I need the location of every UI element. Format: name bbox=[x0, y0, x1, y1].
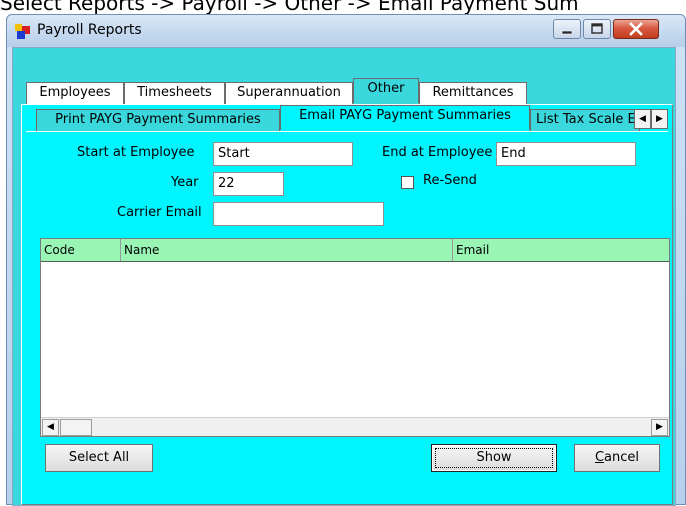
start-employee-input[interactable]: Start bbox=[213, 142, 353, 166]
tab-timesheets[interactable]: Timesheets bbox=[124, 82, 225, 104]
tab-scroll-right-button[interactable]: ▶ bbox=[651, 109, 668, 129]
resend-checkbox[interactable] bbox=[401, 176, 414, 189]
tab-other[interactable]: Other bbox=[353, 78, 419, 103]
payroll-reports-window: Payroll Reports Employees Timesheets Sup… bbox=[6, 14, 686, 506]
arrow-left-icon: ◀ bbox=[639, 114, 646, 124]
select-all-button[interactable]: Select All bbox=[45, 444, 153, 472]
tab-label: Email PAYG Payment Summaries bbox=[299, 108, 511, 123]
cancel-button-label: ancel bbox=[604, 450, 640, 465]
show-button-label: Show bbox=[476, 450, 512, 465]
minimize-button[interactable] bbox=[553, 19, 581, 39]
tab-scroll-left-button[interactable]: ◀ bbox=[634, 109, 651, 129]
scroll-thumb[interactable] bbox=[60, 419, 92, 436]
title-bar[interactable]: Payroll Reports bbox=[7, 15, 685, 47]
cancel-mnemonic: C bbox=[594, 450, 605, 465]
column-header-name[interactable]: Name bbox=[121, 239, 453, 261]
tab-superannuation[interactable]: Superannuation bbox=[225, 82, 353, 104]
tab-label: Remittances bbox=[432, 85, 514, 100]
other-tab-panel: Print PAYG Payment Summaries Email PAYG … bbox=[21, 104, 673, 505]
carrier-email-input[interactable] bbox=[213, 202, 384, 226]
tab-label: Employees bbox=[39, 85, 111, 100]
show-button[interactable]: Show bbox=[431, 444, 557, 472]
cancel-button[interactable]: Cancel bbox=[574, 444, 660, 472]
end-employee-label: End at Employee bbox=[382, 145, 493, 160]
tab-label: Timesheets bbox=[137, 85, 212, 100]
column-header-code[interactable]: Code bbox=[41, 239, 121, 261]
end-employee-input[interactable]: End bbox=[496, 142, 636, 166]
carrier-email-label: Carrier Email bbox=[117, 205, 202, 220]
tab-label: Superannuation bbox=[237, 85, 341, 100]
arrow-right-icon: ▶ bbox=[656, 114, 663, 124]
close-button[interactable] bbox=[613, 19, 659, 39]
start-employee-label: Start at Employee bbox=[77, 145, 195, 160]
tab-list-tax-scale[interactable]: List Tax Scale E bbox=[530, 109, 640, 131]
resend-label: Re-Send bbox=[423, 173, 477, 188]
year-label: Year bbox=[171, 175, 199, 190]
email-payg-panel: Start at Employee Start End at Employee … bbox=[26, 131, 670, 501]
minimize-icon bbox=[561, 30, 573, 35]
employee-list[interactable]: Code Name Email ◀ ▶ bbox=[40, 238, 670, 437]
arrow-left-icon: ◀ bbox=[47, 422, 54, 432]
window-title: Payroll Reports bbox=[37, 22, 142, 38]
tab-email-payg[interactable]: Email PAYG Payment Summaries bbox=[280, 105, 530, 130]
list-header: Code Name Email bbox=[41, 239, 669, 262]
tab-remittances[interactable]: Remittances bbox=[419, 82, 527, 104]
tab-label: List Tax Scale E bbox=[536, 112, 636, 127]
scroll-right-button[interactable]: ▶ bbox=[651, 419, 668, 436]
tab-label: Other bbox=[367, 81, 405, 96]
maximize-button[interactable] bbox=[583, 19, 611, 39]
year-input[interactable]: 22 bbox=[213, 172, 284, 196]
scroll-left-button[interactable]: ◀ bbox=[42, 419, 59, 436]
tab-employees[interactable]: Employees bbox=[26, 82, 124, 104]
column-header-email[interactable]: Email bbox=[453, 239, 669, 261]
app-icon bbox=[15, 24, 30, 39]
instruction-caption: Select Reports -> Payroll -> Other -> Em… bbox=[0, 0, 579, 15]
tab-print-payg[interactable]: Print PAYG Payment Summaries bbox=[36, 109, 280, 131]
arrow-right-icon: ▶ bbox=[656, 422, 663, 432]
close-icon bbox=[629, 22, 643, 36]
horizontal-scrollbar[interactable]: ◀ ▶ bbox=[41, 417, 669, 436]
maximize-icon bbox=[591, 23, 603, 34]
tab-label: Print PAYG Payment Summaries bbox=[55, 112, 261, 127]
client-area: Employees Timesheets Superannuation Othe… bbox=[12, 47, 676, 506]
